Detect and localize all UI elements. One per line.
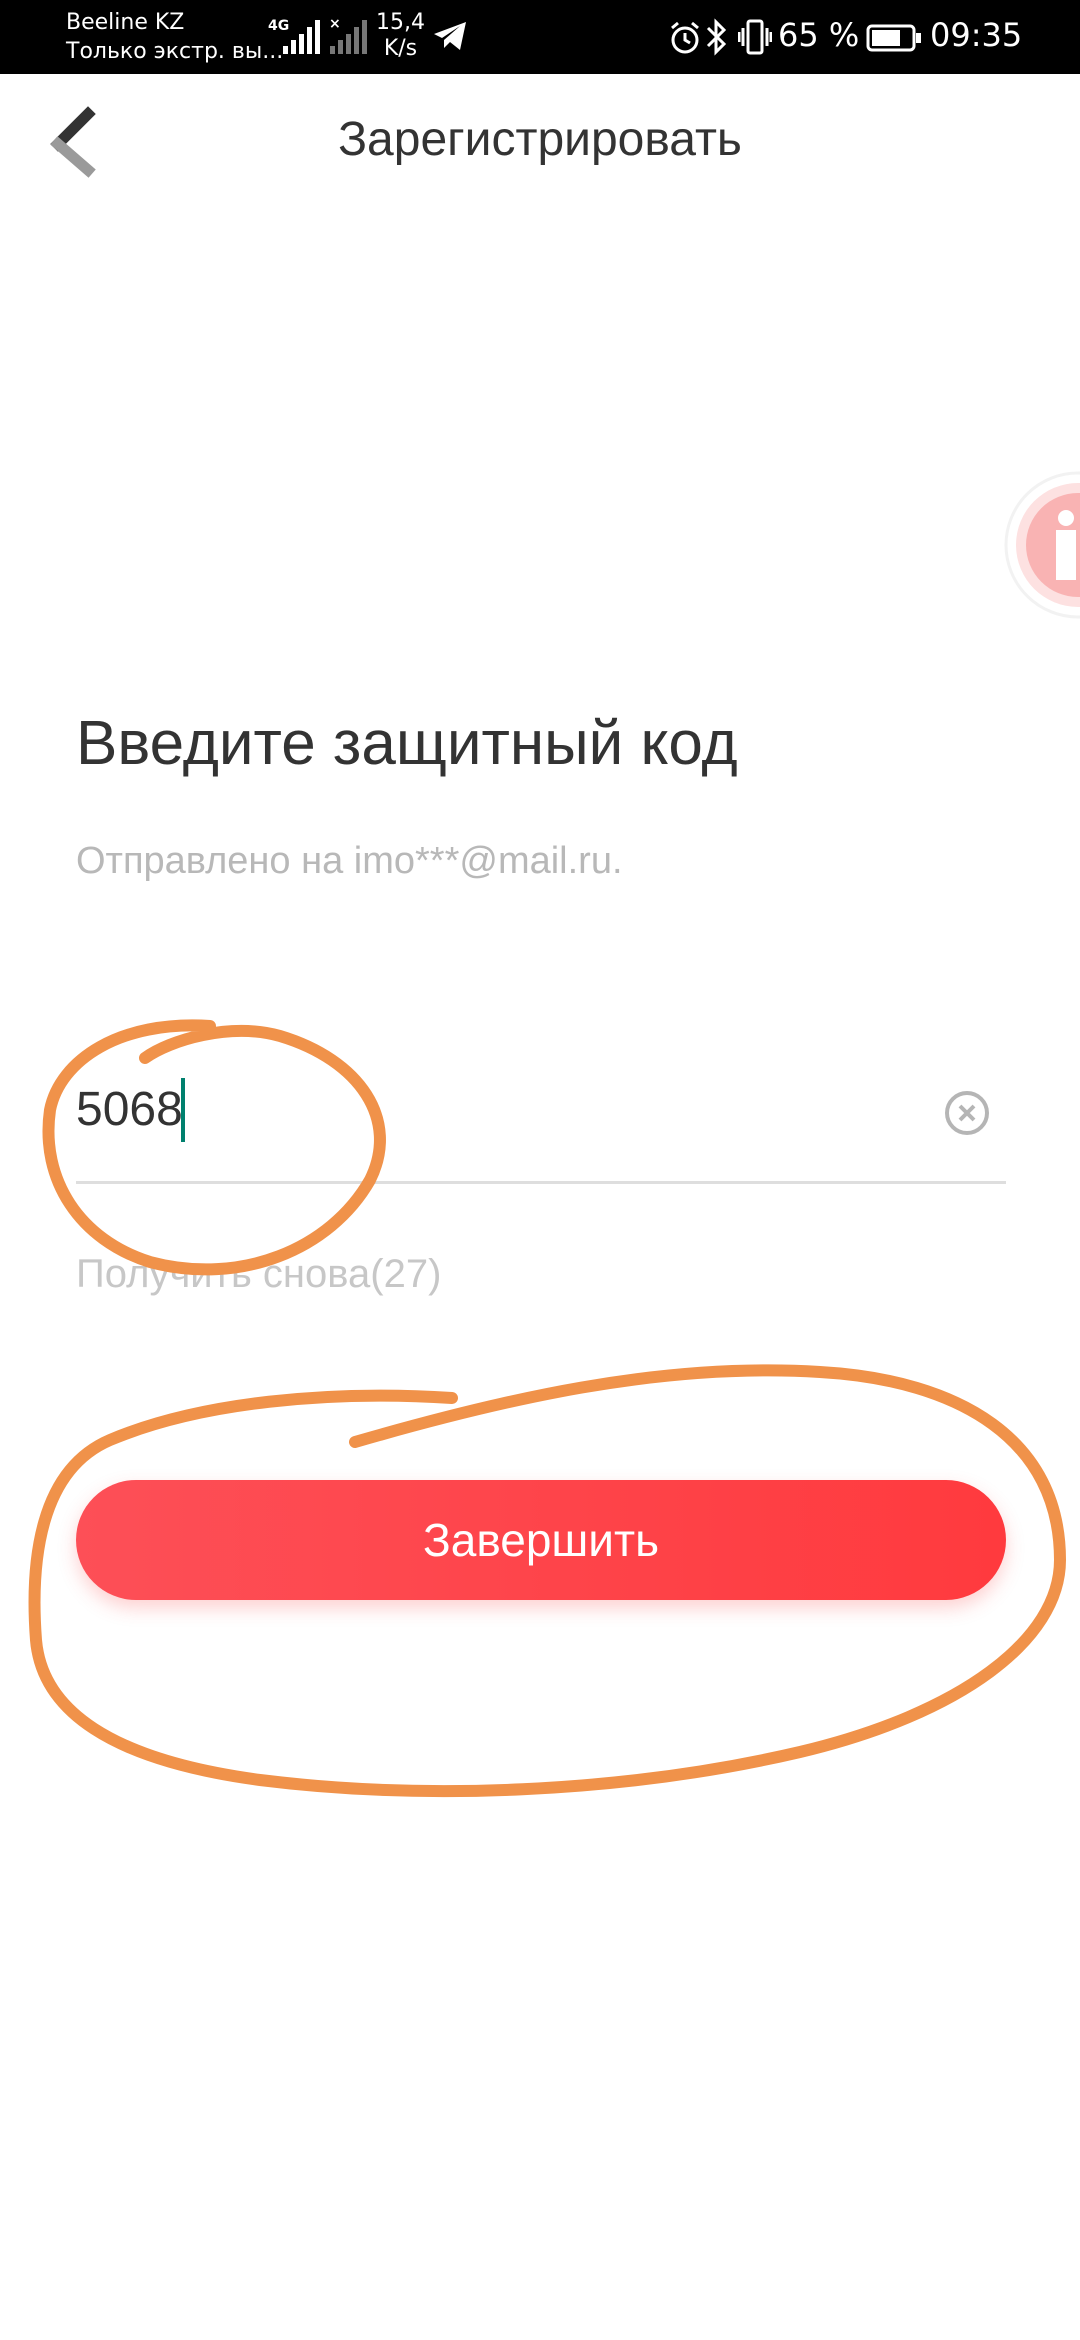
- clock: 09:35: [930, 16, 1023, 54]
- status-bar: Beeline KZ Только экстр. вы... 4G × 15,4…: [0, 0, 1080, 74]
- status-icons: 65 % 09:35: [660, 0, 1080, 74]
- vibrate-icon: [738, 19, 772, 55]
- speed-value: 15,4: [376, 10, 425, 35]
- signal-icon: [283, 20, 320, 54]
- network-speed: 15,4 K/s: [376, 10, 425, 62]
- battery-icon: [866, 24, 921, 52]
- form-heading: Введите защитный код: [76, 709, 738, 778]
- finish-button[interactable]: Завершить: [76, 1480, 1006, 1600]
- alarm-icon: [671, 21, 699, 54]
- signal-2-icon: [330, 20, 367, 54]
- sent-to-text: Отправлено на imo***@mail.ru.: [76, 840, 623, 882]
- clear-icon[interactable]: [944, 1090, 990, 1136]
- input-underline: [76, 1181, 1006, 1184]
- text-caret: [181, 1078, 185, 1142]
- carrier-status: Только экстр. вы...: [66, 39, 284, 64]
- code-value[interactable]: 5068: [76, 1082, 183, 1137]
- carrier-info: Beeline KZ Только экстр. вы...: [66, 8, 283, 66]
- telegram-icon: [434, 22, 466, 50]
- speed-unit: K/s: [383, 36, 418, 61]
- battery-percent: 65 %: [778, 16, 860, 54]
- code-input[interactable]: 5068: [76, 1070, 1006, 1184]
- floating-assistant-button[interactable]: [1004, 470, 1080, 620]
- page-title: Зарегистрировать: [338, 113, 742, 166]
- assistant-icon: [1004, 471, 1080, 619]
- bluetooth-icon: [706, 18, 727, 56]
- resend-code-link[interactable]: Получить снова(27): [76, 1252, 441, 1297]
- carrier-name: Beeline KZ: [66, 10, 185, 35]
